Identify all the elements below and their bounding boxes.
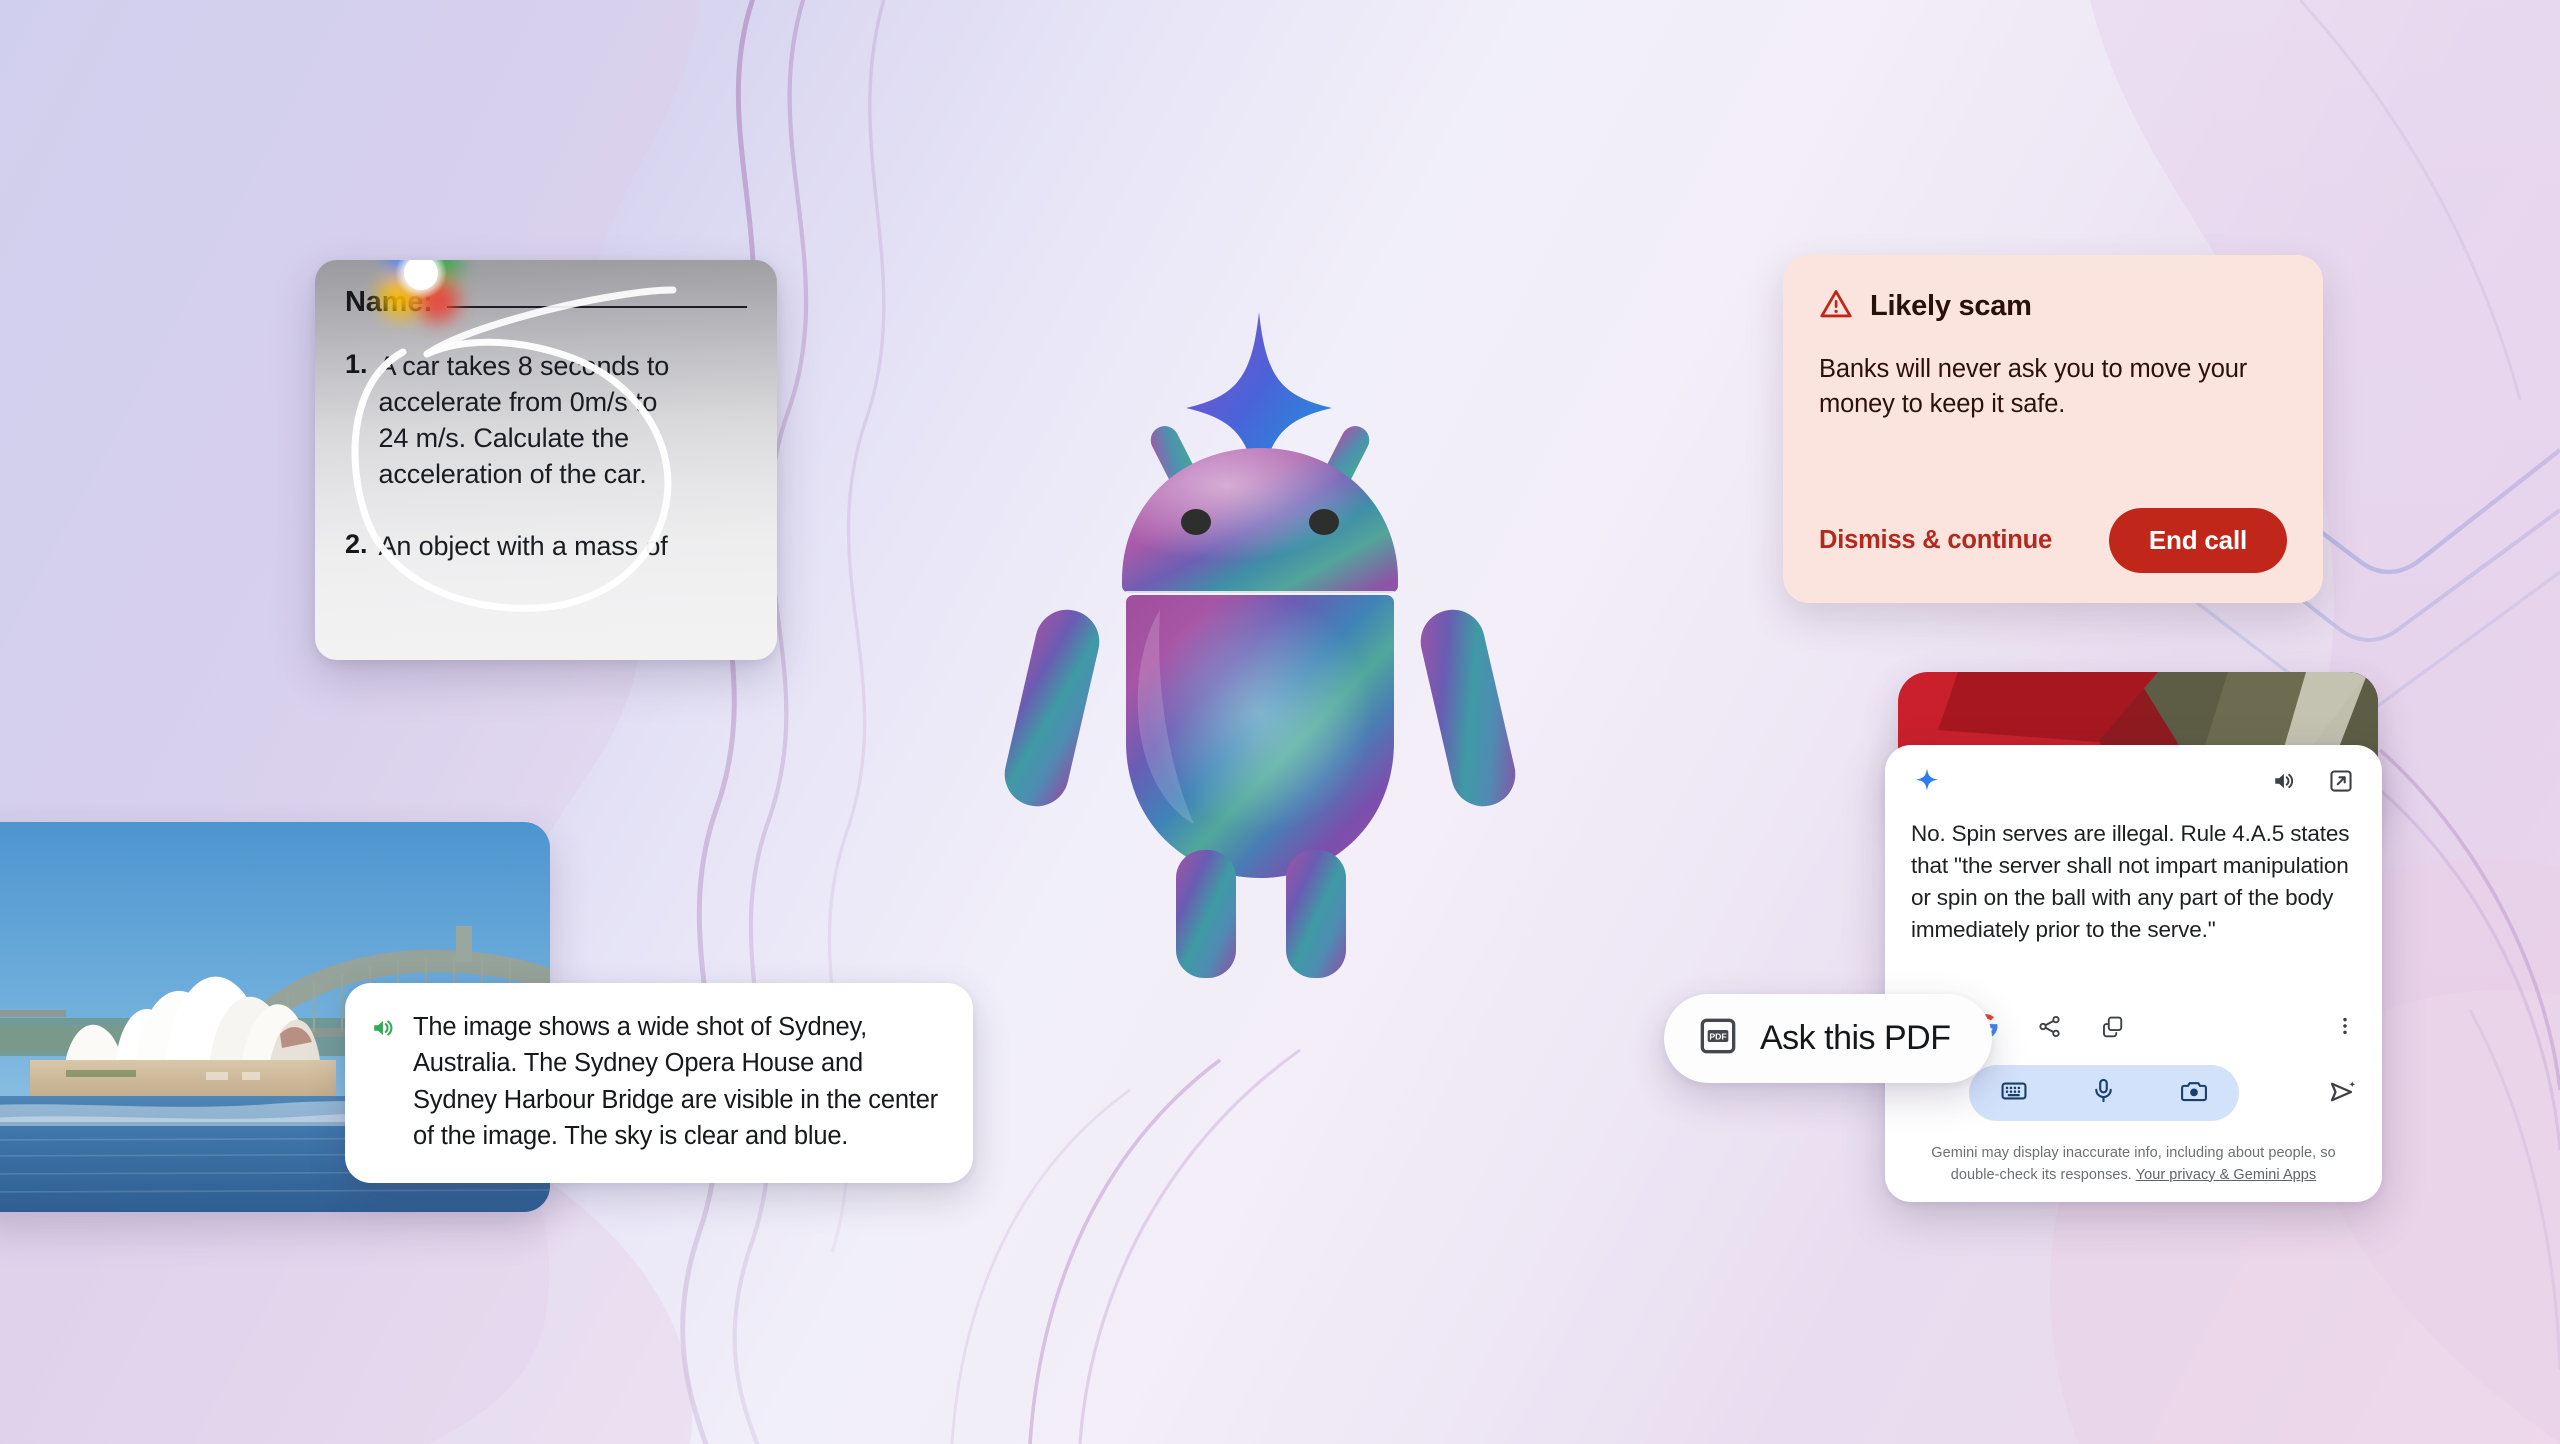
question-text: A car takes 8 seconds to accelerate from…: [378, 351, 670, 489]
more-vert-icon[interactable]: [2334, 1015, 2356, 1042]
send-sparkle-icon[interactable]: [2328, 1077, 2358, 1112]
copy-icon[interactable]: [2100, 1014, 2125, 1044]
scam-alert-title: Likely scam: [1870, 290, 2032, 322]
scam-alert-actions: Dismiss & continue End call: [1819, 508, 2287, 573]
worksheet-name-row: Name:: [345, 286, 747, 319]
image-description-card[interactable]: The image shows a wide shot of Sydney, A…: [345, 983, 973, 1183]
dismiss-and-continue-button[interactable]: Dismiss & continue: [1819, 526, 2052, 555]
open-in-new-icon[interactable]: [2328, 768, 2354, 799]
hero-canvas: Name: 1. A car takes 8 seconds to accele…: [0, 0, 2560, 1444]
volume-up-icon[interactable]: [371, 1015, 397, 1046]
worksheet-question-1: 1. A car takes 8 seconds to accelerate f…: [345, 349, 747, 493]
gemini-response-panel: No. Spin serves are illegal. Rule 4.A.5 …: [1885, 745, 2382, 1202]
scam-alert-body: Banks will never ask you to move your mo…: [1819, 355, 2248, 419]
mascot-eye-right: [1309, 509, 1339, 535]
mascot-leg-right: [1286, 850, 1346, 978]
scam-alert-card: Likely scam Banks will never ask you to …: [1783, 255, 2323, 603]
camera-icon[interactable]: [2180, 1077, 2208, 1110]
image-description-text: The image shows a wide shot of Sydney, A…: [413, 1013, 938, 1151]
gemini-panel-header: [1911, 763, 2356, 800]
gemini-input-bar[interactable]: [1969, 1065, 2239, 1121]
mascot-arm-right: [1420, 609, 1516, 807]
worksheet-name-label: Name:: [345, 286, 433, 318]
end-call-button[interactable]: End call: [2108, 508, 2287, 573]
gemini-overlay-card: No. Spin serves are illegal. Rule 4.A.5 …: [1885, 672, 2395, 1202]
worksheet-question-2: 2. An object with a mass of: [345, 529, 747, 565]
keyboard-icon[interactable]: [2000, 1077, 2028, 1110]
scam-alert-header: Likely scam: [1819, 287, 2287, 326]
privacy-and-apps-link[interactable]: Your privacy & Gemini Apps: [2136, 1167, 2317, 1183]
ask-this-pdf-label: Ask this PDF: [1760, 1019, 1951, 1057]
mascot-arm-left: [1004, 609, 1100, 807]
mascot-leg-left: [1176, 850, 1236, 978]
question-number: 2.: [345, 528, 368, 559]
android-mascot: [980, 290, 1540, 1030]
worksheet-name-blank: [446, 286, 747, 308]
question-number: 1.: [345, 349, 368, 379]
pdf-file-icon: PDF: [1698, 1016, 1738, 1061]
warning-triangle-icon: [1819, 287, 1853, 326]
gemini-sparkle-icon: [1913, 767, 1941, 800]
mascot-eye-left: [1181, 509, 1211, 535]
svg-text:PDF: PDF: [1709, 1032, 1726, 1042]
question-text: An object with a mass of: [378, 530, 668, 561]
ask-this-pdf-button[interactable]: PDF Ask this PDF: [1664, 994, 1993, 1083]
worksheet-card[interactable]: Name: 1. A car takes 8 seconds to accele…: [315, 260, 777, 660]
microphone-icon[interactable]: [2090, 1077, 2117, 1109]
gemini-disclaimer: Gemini may display inaccurate info, incl…: [1905, 1143, 2362, 1187]
share-icon[interactable]: [2037, 1014, 2062, 1044]
gemini-answer-text: No. Spin serves are illegal. Rule 4.A.5 …: [1911, 821, 2350, 942]
volume-up-icon[interactable]: [2272, 768, 2298, 799]
